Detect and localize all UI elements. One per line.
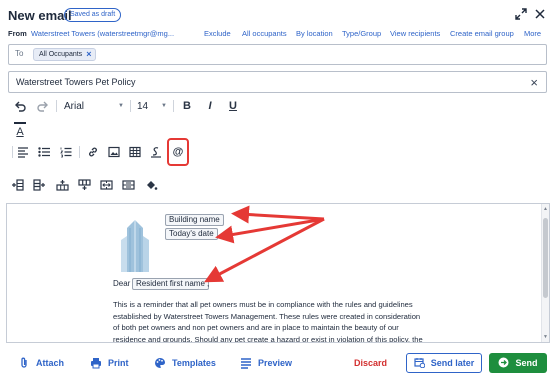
bold-button[interactable]: B [180, 98, 194, 114]
body-line: This is a reminder that all pet owners m… [113, 300, 413, 309]
preview-icon [240, 357, 252, 369]
toolbar-divider [130, 100, 131, 112]
email-header: New email Saved as draft [0, 0, 555, 28]
image-icon[interactable] [107, 145, 121, 159]
window-title: New email [8, 8, 72, 23]
templates-button[interactable]: Templates [154, 357, 216, 369]
expand-icon[interactable] [514, 7, 528, 21]
from-label: From [8, 29, 27, 38]
more-link[interactable]: More [524, 29, 541, 38]
link-icon[interactable] [86, 145, 100, 159]
resident-first-name-placeholder[interactable]: Resident first name [132, 278, 209, 290]
insert-row-below-icon[interactable] [55, 178, 69, 192]
print-label: Print [108, 358, 129, 368]
send-later-button[interactable]: Send later [406, 353, 482, 373]
italic-button[interactable]: I [203, 98, 217, 114]
signature-icon[interactable] [149, 145, 163, 159]
attach-button[interactable]: Attach [18, 357, 64, 369]
undo-icon[interactable] [12, 98, 28, 114]
chevron-down-icon: ▼ [161, 103, 167, 109]
split-cells-icon[interactable] [121, 178, 135, 192]
print-button[interactable]: Print [90, 357, 129, 369]
font-size-value: 14 [137, 100, 149, 112]
message-body-editor[interactable]: Building name Today's date Dear Resident… [6, 203, 550, 343]
toolbar-divider [12, 146, 13, 158]
printer-icon [90, 357, 102, 369]
subject-field[interactable]: Waterstreet Towers Pet Policy × [8, 71, 547, 93]
templates-label: Templates [172, 358, 216, 368]
numbered-list-icon[interactable] [59, 145, 73, 159]
from-row: From Waterstreet Towers (waterstreetmgr@… [8, 29, 553, 41]
exclude-link[interactable]: Exclude [204, 29, 231, 38]
to-label: To [15, 49, 24, 58]
body-line: residence and grounds. Should any pet cr… [113, 334, 423, 343]
table-icon[interactable] [128, 145, 142, 159]
attach-label: Attach [36, 358, 65, 368]
salutation-word: Dear [113, 279, 131, 288]
building-image [113, 214, 159, 274]
recipient-chip-label: All Occupants [39, 51, 83, 58]
mention-annotation-box [167, 138, 189, 166]
merge-cells-icon[interactable] [99, 178, 113, 192]
insert-column-icon[interactable] [10, 178, 24, 192]
create-email-group-link[interactable]: Create email group [450, 29, 514, 38]
underline-button[interactable]: U [226, 98, 240, 114]
by-location-link[interactable]: By location [296, 29, 333, 38]
building-name-placeholder[interactable]: Building name [165, 214, 224, 226]
palette-icon [154, 357, 166, 369]
editor-scrollbar[interactable]: ▲ ▼ [541, 204, 549, 342]
todays-date-placeholder[interactable]: Today's date [165, 228, 218, 240]
body-line: established by Waterstreet Towers Manage… [113, 311, 421, 321]
type-group-link[interactable]: Type/Group [342, 29, 381, 38]
salutation-comma: , [207, 279, 210, 288]
paperclip-icon [18, 357, 30, 369]
discard-button[interactable]: Discard [354, 358, 387, 368]
view-recipients-link[interactable]: View recipients [390, 29, 440, 38]
color-swatch [14, 122, 26, 124]
send-later-label: Send later [430, 358, 475, 368]
insert-row-icon[interactable] [32, 178, 46, 192]
compose-footer: Attach Print Templates Preview Discard S… [0, 343, 555, 381]
send-arrow-icon [498, 357, 509, 370]
scroll-thumb[interactable] [543, 218, 548, 298]
text-color-button[interactable]: A [12, 125, 28, 138]
scroll-down-icon[interactable]: ▼ [543, 334, 548, 340]
remove-recipient-icon[interactable]: × [86, 49, 91, 60]
toolbar-divider [56, 100, 57, 112]
toolbar-divider [173, 100, 174, 112]
scroll-up-icon[interactable]: ▲ [543, 206, 548, 212]
font-family-value: Arial [64, 100, 85, 112]
all-occupants-link[interactable]: All occupants [242, 29, 287, 38]
insert-column-right-icon[interactable] [77, 178, 91, 192]
to-field[interactable]: To All Occupants × [8, 44, 547, 65]
close-icon[interactable] [533, 7, 547, 21]
subject-input[interactable]: Waterstreet Towers Pet Policy [16, 77, 136, 87]
send-label: Send [515, 358, 538, 368]
sender-select[interactable]: Waterstreet Towers (waterstreetmgr@mg... [31, 29, 174, 38]
align-icon[interactable] [16, 145, 30, 159]
font-size-select[interactable]: 14 ▼ [137, 98, 167, 114]
cell-fill-icon[interactable] [144, 178, 158, 192]
body-line: of both pet owners and non pet owners an… [113, 323, 399, 332]
font-family-select[interactable]: Arial ▼ [64, 98, 126, 114]
letter-body: This is a reminder that all pet owners m… [113, 299, 443, 343]
preview-button[interactable]: Preview [240, 357, 292, 369]
recipient-chip[interactable]: All Occupants × [33, 48, 97, 61]
send-button[interactable]: Send [489, 353, 547, 373]
draft-status-badge: Saved as draft [64, 8, 122, 22]
preview-label: Preview [258, 358, 293, 368]
clear-subject-icon[interactable]: × [530, 75, 538, 90]
salutation-text: Dear [113, 279, 130, 288]
chevron-down-icon: ▼ [118, 103, 124, 109]
redo-icon[interactable] [34, 98, 50, 114]
calendar-clock-icon [414, 357, 426, 370]
toolbar-divider [79, 146, 80, 158]
bullet-list-icon[interactable] [37, 145, 51, 159]
